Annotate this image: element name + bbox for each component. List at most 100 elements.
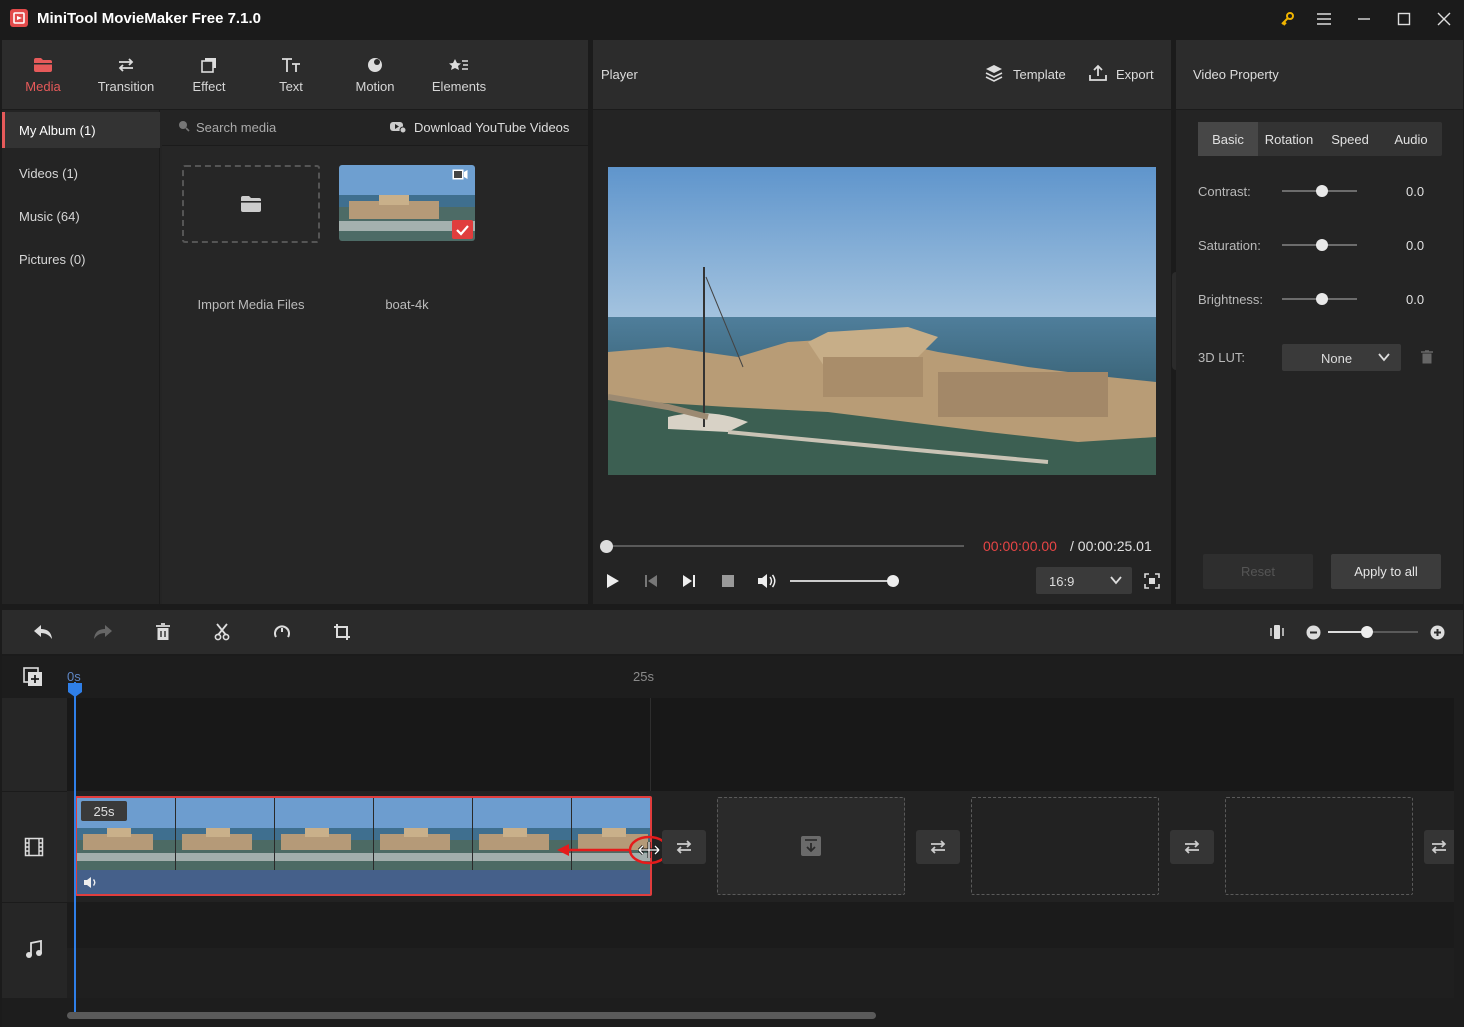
aspect-ratio-value: 16:9	[1049, 574, 1075, 589]
empty-clip-slot[interactable]	[1225, 797, 1413, 895]
volume-icon[interactable]	[756, 571, 778, 591]
ruler-25s-label: 25s	[633, 669, 654, 684]
player-title: Player	[601, 67, 638, 82]
tab-audio[interactable]: Audio	[1380, 122, 1442, 156]
empty-clip-slot[interactable]	[717, 797, 905, 895]
key-icon[interactable]	[1273, 6, 1301, 32]
media-library: Import Media Files boat-4k	[162, 146, 588, 604]
volume-track[interactable]	[790, 580, 893, 582]
scissors-icon[interactable]	[212, 622, 232, 642]
template-button[interactable]: Template	[1013, 67, 1066, 82]
search-icon	[178, 120, 190, 132]
title-bar: MiniTool MovieMaker Free 7.1.0	[0, 0, 1464, 38]
tab-rotation[interactable]: Rotation	[1258, 122, 1320, 156]
seek-track[interactable]	[606, 545, 964, 547]
minimize-icon[interactable]	[1350, 6, 1378, 32]
speed-icon[interactable]	[272, 622, 292, 642]
export-button[interactable]: Export	[1116, 67, 1154, 82]
chevron-down-icon	[1378, 353, 1390, 362]
next-frame-icon[interactable]	[679, 571, 699, 591]
drop-here-icon	[801, 836, 821, 856]
media-panel: Media Transition Effect Text Motion Elem…	[2, 40, 588, 604]
lut-value: None	[1321, 351, 1353, 366]
close-icon[interactable]	[1430, 6, 1458, 32]
apply-to-all-button[interactable]: Apply to all	[1331, 554, 1441, 589]
tab-motion[interactable]: Motion	[332, 40, 418, 110]
track-headers	[2, 698, 67, 998]
sidebar-item-music[interactable]: Music (64)	[2, 198, 160, 234]
elements-icon	[449, 56, 469, 74]
import-folder-icon	[241, 196, 261, 212]
transition-slot-button[interactable]	[1424, 830, 1454, 864]
maximize-icon[interactable]	[1390, 6, 1418, 32]
clip-duration-badge: 25s	[81, 801, 127, 821]
tab-elements[interactable]: Elements	[418, 40, 500, 110]
aspect-ratio-select[interactable]: 16:9	[1036, 567, 1132, 594]
overlay-track[interactable]	[67, 698, 1454, 791]
music-track-icon	[22, 940, 46, 960]
tab-label: Media	[25, 79, 61, 94]
saturation-slider-knob[interactable]	[1316, 239, 1328, 251]
undo-icon[interactable]	[32, 622, 54, 642]
playhead-handle[interactable]	[67, 682, 83, 698]
zoom-out-icon[interactable]	[1304, 622, 1322, 642]
seek-knob[interactable]	[600, 540, 613, 553]
trim-annotation-arrow	[557, 835, 670, 865]
total-time: / 00:00:25.01	[1070, 538, 1152, 554]
stop-icon[interactable]	[718, 571, 738, 591]
zoom-slider-knob[interactable]	[1361, 626, 1373, 638]
effect-icon	[200, 56, 218, 74]
download-youtube-link[interactable]: Download YouTube Videos	[414, 120, 569, 135]
previous-frame-icon[interactable]	[641, 571, 661, 591]
transition-slot-button[interactable]	[662, 830, 706, 864]
sidebar-item-pictures[interactable]: Pictures (0)	[2, 241, 160, 277]
fullscreen-icon[interactable]	[1143, 571, 1161, 591]
app-logo-icon	[10, 9, 28, 27]
fit-timeline-icon[interactable]	[1268, 622, 1286, 642]
media-thumbnail[interactable]	[339, 165, 475, 241]
zoom-in-icon[interactable]	[1428, 622, 1446, 642]
youtube-download-icon	[390, 121, 406, 133]
tab-label: Motion	[355, 79, 395, 94]
search-input[interactable]: Search media	[196, 120, 276, 135]
brightness-slider-knob[interactable]	[1316, 293, 1328, 305]
delete-icon[interactable]	[153, 622, 173, 642]
nav-tabs: Media Transition Effect Text Motion Elem…	[2, 40, 588, 110]
search-bar: Search media Download YouTube Videos	[162, 110, 588, 146]
transition-slot-button[interactable]	[916, 830, 960, 864]
tab-effect[interactable]: Effect	[168, 40, 250, 110]
tab-basic[interactable]: Basic	[1198, 122, 1258, 156]
harbor-video-frame	[608, 167, 1156, 475]
lut-select[interactable]: None	[1282, 344, 1401, 371]
transition-slot-button[interactable]	[1170, 830, 1214, 864]
tab-media[interactable]: Media	[2, 40, 84, 110]
tab-label: Transition	[97, 79, 155, 94]
crop-icon[interactable]	[332, 622, 352, 642]
sidebar-item-videos[interactable]: Videos (1)	[2, 155, 160, 191]
sidebar-item-my-album[interactable]: My Album (1)	[2, 112, 160, 148]
contrast-slider-knob[interactable]	[1316, 185, 1328, 197]
tab-text[interactable]: Text	[250, 40, 332, 110]
player-header: Player Template Export	[593, 40, 1171, 110]
video-preview	[608, 167, 1156, 475]
tab-speed[interactable]: Speed	[1320, 122, 1380, 156]
redo-icon[interactable]	[92, 622, 114, 642]
music-track[interactable]	[67, 902, 1454, 948]
menu-icon[interactable]	[1310, 6, 1338, 32]
volume-knob[interactable]	[887, 575, 899, 587]
track-end-marker	[650, 698, 651, 791]
property-header: Video Property	[1176, 40, 1463, 110]
trash-icon[interactable]	[1421, 350, 1433, 364]
player-panel: Player Template Export 00:00:00.00 / 00:…	[593, 40, 1171, 604]
play-icon[interactable]	[603, 571, 623, 591]
add-track-icon[interactable]	[22, 666, 44, 688]
tab-transition[interactable]: Transition	[84, 40, 168, 110]
reset-button[interactable]: Reset	[1203, 554, 1313, 589]
import-media-button[interactable]	[182, 165, 320, 243]
time-ruler[interactable]: 0s 25s	[67, 658, 1454, 698]
contrast-value: 0.0	[1406, 184, 1425, 199]
layers-icon	[985, 64, 1003, 82]
sidebar-item-label: Music (64)	[19, 208, 80, 224]
timeline-scrollbar[interactable]	[67, 1012, 876, 1019]
empty-clip-slot[interactable]	[971, 797, 1159, 895]
